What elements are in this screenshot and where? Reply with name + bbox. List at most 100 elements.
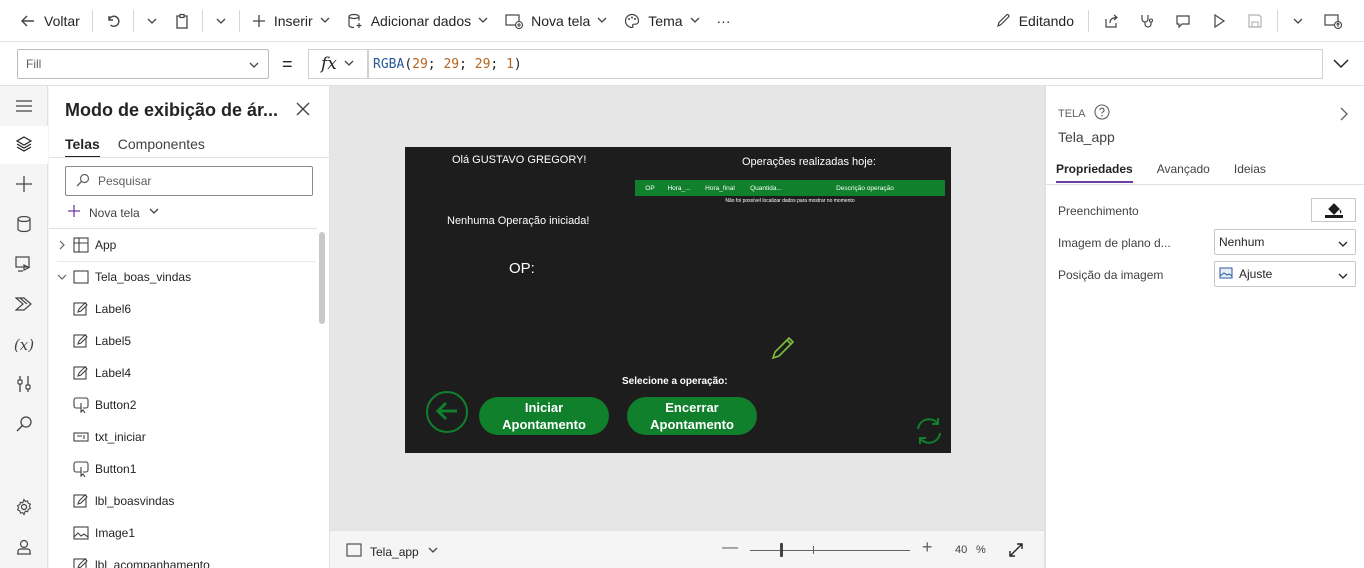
theme-label: Tema — [648, 12, 683, 29]
background-image-dropdown[interactable]: Nenhum — [1214, 229, 1356, 255]
tree-node-control[interactable]: Label6 — [49, 293, 317, 325]
tree-node-label: Tela_boas_vindas — [95, 270, 192, 284]
screen-selector[interactable]: Tela_app — [346, 543, 439, 560]
tree-node-control[interactable]: Label4 — [49, 357, 317, 389]
end-button[interactable]: Encerrar Apontamento — [627, 397, 757, 435]
settings-button[interactable] — [0, 489, 48, 527]
tree-node-control[interactable]: Button1 — [49, 453, 317, 485]
tree-node-control[interactable]: lbl_acompanhamento — [49, 549, 317, 568]
formula-arg: 29 — [412, 56, 428, 72]
property-dropdown[interactable]: Fill — [17, 49, 269, 79]
chevron-down-icon — [427, 544, 439, 559]
image-position-dropdown[interactable]: Ajuste — [1214, 261, 1356, 287]
tree-node-control[interactable]: txt_iniciar — [49, 421, 317, 453]
more-button[interactable]: ··· — [709, 5, 739, 37]
paste-dropdown-button[interactable] — [207, 5, 235, 37]
tab-propriedades[interactable]: Propriedades — [1056, 162, 1133, 183]
op-label[interactable]: OP: — [509, 260, 535, 277]
zoom-in-button[interactable]: + — [922, 537, 933, 558]
zoom-slider[interactable] — [750, 550, 910, 551]
advanced-tools-button[interactable] — [0, 366, 48, 404]
image-icon — [73, 526, 89, 540]
app-checker-button[interactable] — [1129, 5, 1165, 37]
play-icon — [1211, 13, 1227, 29]
tree-node-control[interactable]: Button2 — [49, 389, 317, 421]
formula-function: RGBA — [373, 56, 405, 72]
tab-componentes[interactable]: Componentes — [118, 136, 205, 158]
function-button[interactable]: fx — [308, 49, 368, 79]
preview-button[interactable] — [1201, 5, 1237, 37]
undo-button[interactable] — [97, 5, 129, 37]
tab-avancado[interactable]: Avançado — [1157, 162, 1210, 183]
theme-button[interactable]: Tema — [616, 5, 708, 37]
tree-view-button[interactable] — [0, 126, 48, 164]
formula-arg: 1 — [506, 56, 514, 72]
zoom-out-button[interactable]: — — [722, 539, 738, 557]
tree-node-app[interactable]: App — [49, 229, 317, 261]
label-icon — [73, 301, 89, 317]
data-rail-button[interactable] — [0, 206, 48, 244]
expand-formula-button[interactable] — [1332, 56, 1350, 73]
start-button[interactable]: Iniciar Apontamento — [479, 397, 609, 435]
chevron-right-icon[interactable] — [55, 240, 69, 250]
zoom-slider-thumb[interactable] — [780, 543, 783, 557]
back-button[interactable]: Voltar — [12, 5, 88, 37]
chevron-down-icon[interactable] — [55, 272, 69, 282]
app-screen-preview[interactable]: Olá GUSTAVO GREGORY! Operações realizada… — [405, 147, 951, 453]
insert-button[interactable]: Inserir — [244, 5, 339, 37]
tree-tabs: Telas Componentes — [65, 136, 205, 158]
help-icon[interactable] — [1093, 104, 1110, 123]
save-dropdown-button[interactable] — [1282, 5, 1314, 37]
variables-button[interactable]: (x) — [0, 326, 48, 364]
plus-icon — [252, 14, 266, 28]
label-icon — [73, 557, 89, 568]
greeting-label[interactable]: Olá GUSTAVO GREGORY! — [452, 154, 586, 166]
tab-ideias[interactable]: Ideias — [1234, 162, 1266, 183]
tree-node-label: Label4 — [95, 366, 132, 380]
share-button[interactable] — [1093, 5, 1129, 37]
new-screen-button[interactable]: Nova tela — [497, 5, 616, 37]
undo-dropdown-button[interactable] — [138, 5, 166, 37]
tree-node-control[interactable]: Label5 — [49, 325, 317, 357]
search-rail-button[interactable] — [0, 406, 48, 444]
control-type-label: TELA — [1058, 107, 1086, 120]
no-operation-label[interactable]: Nenhuma Operação iniciada! — [447, 215, 589, 227]
close-panel-button[interactable] — [296, 102, 310, 119]
comments-button[interactable] — [1165, 5, 1201, 37]
paste-button[interactable] — [166, 5, 198, 37]
scrollbar[interactable] — [319, 232, 325, 324]
operations-title[interactable]: Operações realizadas hoje: — [742, 156, 876, 168]
refresh-icon[interactable] — [913, 415, 945, 450]
collapse-panel-button[interactable] — [1338, 106, 1350, 125]
tree-node-control[interactable]: lbl_boasvindas — [49, 485, 317, 517]
media-rail-button[interactable] — [0, 246, 48, 284]
tree-node-control[interactable]: Image1 — [49, 517, 317, 549]
new-screen-label: Nova tela — [89, 205, 140, 220]
select-operation-label[interactable]: Selecione a operação: — [622, 376, 728, 387]
chevron-down-icon — [343, 54, 355, 74]
tab-telas[interactable]: Telas — [65, 136, 100, 158]
close-icon — [296, 102, 310, 119]
zoom-value[interactable]: 40 — [955, 544, 967, 556]
label-icon — [73, 365, 89, 381]
fit-to-window-button[interactable] — [1008, 542, 1024, 561]
editing-button[interactable]: Editando — [985, 5, 1084, 37]
formula-input[interactable]: RGBA(29; 29; 29; 1) — [368, 49, 1323, 79]
virtual-agent-button[interactable] — [0, 529, 48, 567]
publish-button[interactable] — [1314, 5, 1352, 37]
fill-color-picker[interactable] — [1311, 198, 1356, 222]
save-button[interactable] — [1237, 5, 1273, 37]
back-arrow-button[interactable] — [426, 391, 468, 433]
menu-button[interactable] — [0, 88, 48, 126]
arrow-left-icon — [435, 401, 459, 424]
operations-table-header[interactable]: OP Hora_... Hora_final Quantida... Descr… — [635, 180, 945, 196]
tools-icon — [16, 375, 32, 396]
new-screen-button[interactable]: Nova tela — [67, 204, 160, 221]
power-automate-button[interactable] — [0, 286, 48, 324]
paint-bucket-icon — [1324, 200, 1344, 221]
add-data-button[interactable]: Adicionar dados — [339, 5, 497, 37]
tree-node-screen[interactable]: Tela_boas_vindas — [49, 261, 317, 293]
edit-pencil-icon[interactable] — [770, 335, 796, 364]
insert-rail-button[interactable] — [0, 166, 48, 204]
search-input[interactable]: Pesquisar — [65, 166, 313, 196]
